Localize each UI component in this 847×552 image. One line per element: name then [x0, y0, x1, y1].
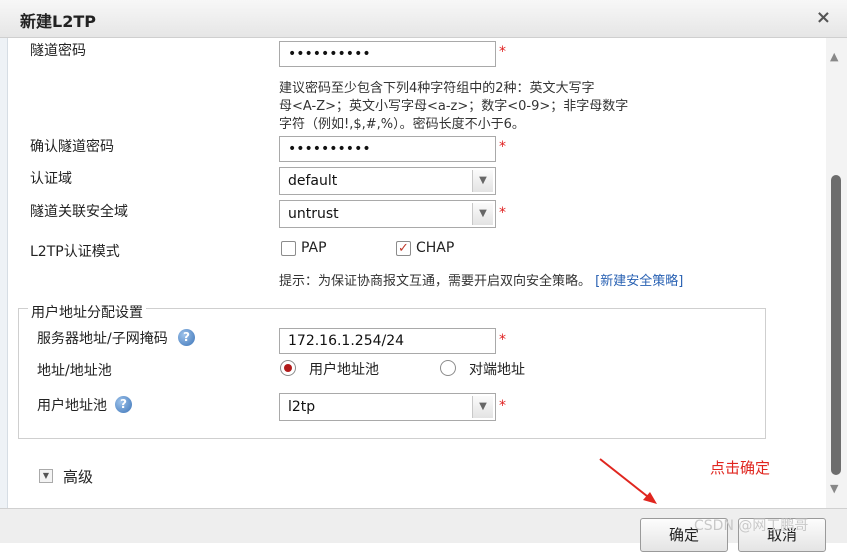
annotation-text: 点击确定: [710, 459, 771, 477]
watermark: CSDN @网工鹏哥: [694, 518, 809, 534]
